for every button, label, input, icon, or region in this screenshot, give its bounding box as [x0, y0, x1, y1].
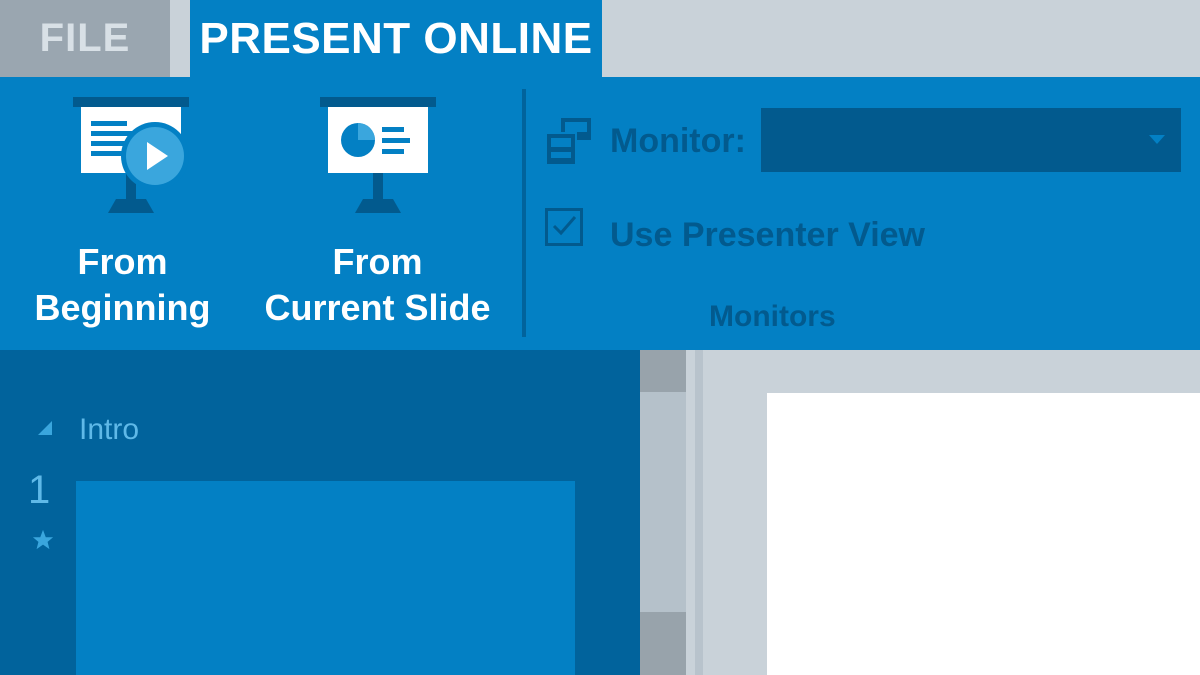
- tab-present-online[interactable]: PRESENT ONLINE: [190, 0, 602, 77]
- from-beginning-button[interactable]: From Beginning: [20, 77, 225, 350]
- monitor-dropdown[interactable]: [761, 108, 1181, 172]
- use-presenter-view-checkbox[interactable]: Use Presenter View: [545, 208, 965, 258]
- from-beginning-label: From Beginning: [34, 241, 211, 328]
- ribbon-tab-bar: FILE PRESENT ONLINE: [0, 0, 1200, 77]
- tab-file[interactable]: FILE: [0, 0, 170, 77]
- presentation-chart-icon: [319, 97, 436, 213]
- scroll-thumb[interactable]: [640, 612, 686, 675]
- monitor-row: Monitor:: [543, 108, 1183, 172]
- section-header-intro[interactable]: Intro: [38, 413, 238, 447]
- splitter-line: [695, 350, 703, 675]
- monitors-group-label: Monitors: [709, 300, 836, 333]
- section-label: Intro: [79, 413, 140, 446]
- ribbon-divider: [522, 89, 526, 337]
- star-icon: [32, 529, 54, 550]
- collapse-triangle-icon[interactable]: [38, 421, 52, 435]
- slide-number: 1: [28, 468, 51, 512]
- chevron-down-icon[interactable]: [1149, 135, 1165, 144]
- check-icon: [552, 216, 577, 236]
- presentation-play-icon: [72, 97, 189, 213]
- presenter-view-checkbox-box[interactable]: [545, 208, 583, 246]
- monitor-label: Monitor:: [610, 122, 746, 160]
- slide-canvas[interactable]: [767, 393, 1200, 675]
- monitors-icon: [545, 118, 591, 166]
- scroll-up-button[interactable]: [640, 350, 686, 392]
- from-current-slide-label: From Current Slide: [264, 241, 491, 328]
- presenter-view-label: Use Presenter View: [610, 216, 925, 254]
- slide-thumbnail[interactable]: [76, 481, 575, 675]
- from-current-slide-button[interactable]: From Current Slide: [250, 77, 505, 350]
